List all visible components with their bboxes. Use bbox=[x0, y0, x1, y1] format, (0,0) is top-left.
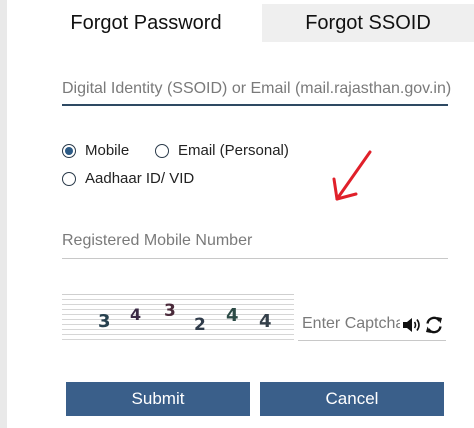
refresh-icon[interactable] bbox=[424, 315, 444, 335]
cancel-button[interactable]: Cancel bbox=[260, 382, 444, 416]
speaker-icon[interactable] bbox=[402, 316, 422, 334]
radio-mobile[interactable]: Mobile bbox=[62, 142, 129, 159]
tab-forgot-ssoid[interactable]: Forgot SSOID bbox=[262, 4, 474, 42]
captcha-digit: 4 bbox=[259, 311, 272, 332]
mobile-number-placeholder: Registered Mobile Number bbox=[62, 232, 253, 249]
captcha-digit: 3 bbox=[164, 301, 176, 321]
radio-email-label: Email (Personal) bbox=[178, 142, 289, 159]
radio-selected-dot bbox=[65, 146, 73, 155]
left-border-strip bbox=[0, 0, 7, 428]
captcha-digit: 4 bbox=[130, 305, 142, 324]
captcha-digit: 2 bbox=[194, 315, 206, 335]
captcha-image: 3 4 3 2 4 4 bbox=[62, 294, 294, 343]
radio-email-circle bbox=[155, 143, 169, 158]
captcha-digit: 3 bbox=[98, 311, 111, 332]
submit-button[interactable]: Submit bbox=[66, 382, 250, 416]
radio-aadhaar-label: Aadhaar ID/ VID bbox=[85, 170, 195, 187]
captcha-digit: 4 bbox=[226, 305, 239, 326]
identity-placeholder: Digital Identity (SSOID) or Email (mail.… bbox=[62, 80, 452, 97]
radio-mobile-label: Mobile bbox=[85, 142, 130, 159]
radio-mobile-circle bbox=[62, 143, 76, 158]
annotation-arrow-icon bbox=[332, 150, 372, 201]
radio-aadhaar[interactable]: Aadhaar ID/ VID bbox=[62, 170, 194, 187]
tab-forgot-password[interactable]: Forgot Password bbox=[30, 4, 262, 42]
captcha-placeholder: Enter Captcha bbox=[302, 315, 400, 332]
radio-aadhaar-circle bbox=[62, 171, 76, 186]
radio-email-personal[interactable]: Email (Personal) bbox=[155, 142, 289, 159]
